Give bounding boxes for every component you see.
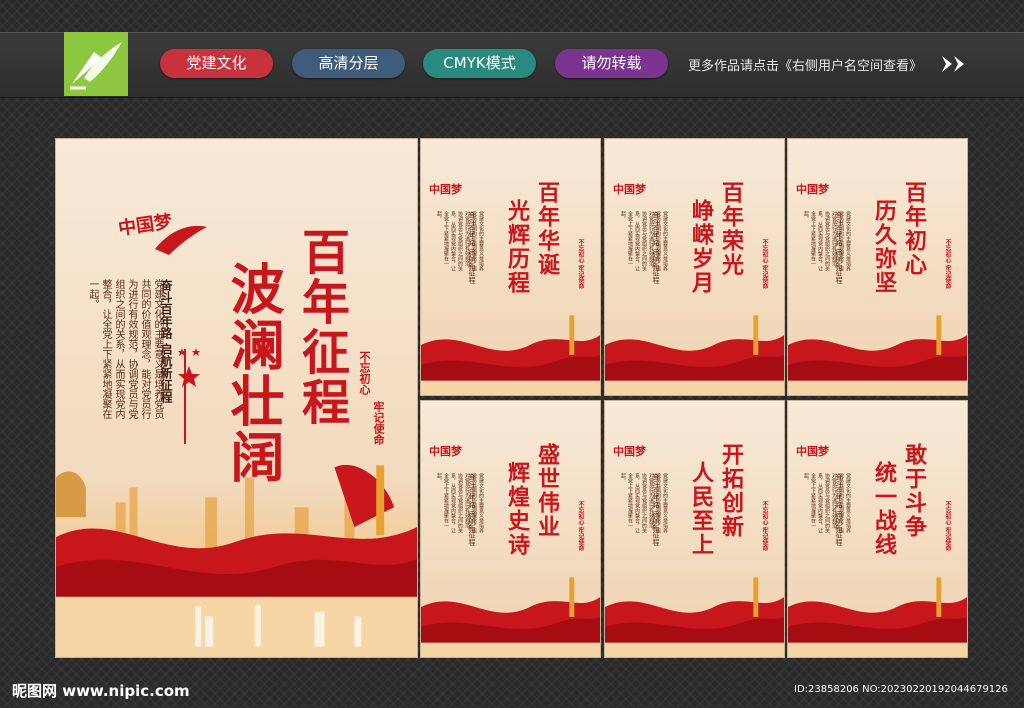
poster-1-title-a: 百年华诞 [534, 181, 560, 277]
poster-3-title-b: 历久弥坚 [871, 199, 897, 295]
poster-scene [421, 577, 600, 657]
poster-4-title-b: 辉煌史诗 [504, 461, 530, 557]
banner-note[interactable]: 更多作品请点击《右侧用户名空间查看》 [688, 55, 922, 74]
tag-party-culture[interactable]: 党建文化 [160, 49, 273, 78]
poster-5-title-b: 人民至上 [688, 461, 714, 557]
poster-2-title-b: 峥嵘岁月 [688, 199, 714, 295]
china-dream-logo: 中国梦 [429, 183, 462, 196]
china-dream-logo: 中国梦 [796, 183, 829, 196]
poster-3-title-a: 百年初心 [901, 181, 927, 277]
poster-scene [788, 315, 967, 395]
poster-scene [421, 315, 600, 395]
poster-4: 中国梦 盛世伟业 辉煌史诗 奋斗百年路 启航新征程 党建文化的主要意义是培养党员… [420, 400, 601, 658]
poster-5: 中国梦 开拓创新 人民至上 奋斗百年路 启航新征程 党建文化的主要意义是培养党员… [604, 400, 785, 658]
stars-icon [178, 348, 200, 387]
poster-body: 党建文化的主要意义是培养党员共同的价值观理念，能对党员行为进行有效规范，协调党员… [803, 473, 851, 533]
poster-slogan: 不忘初心 牢记使命 [577, 239, 584, 290]
main-poster: 中国梦 百年征程 波澜壮阔 不忘初心 牢记使命 奋斗百年路 启航新征程 党建文化… [55, 138, 418, 658]
poster-2: 中国梦 百年荣光 峥嵘岁月 奋斗百年路 启航新征程 党建文化的主要意义是培养党员… [604, 138, 785, 396]
poster-scene [605, 577, 784, 657]
poster-body: 党建文化的主要意义是培养党员共同的价值观理念，能对党员行为进行有效规范，协调党员… [803, 211, 851, 271]
poster-slogan: 不忘初心 牢记使命 [761, 501, 768, 552]
slogan-1: 不忘初心 [358, 351, 371, 395]
lion-statue-icon [56, 471, 86, 518]
main-body-text: 党建文化的主要意义是培养党员共同的价值观理念，能对党员行为进行有效规范，协调党员… [87, 279, 163, 419]
watermark-id: ID:23858206 NO:20230220192044679126 [794, 684, 1008, 695]
poster-6-title-b: 统一战线 [871, 461, 897, 557]
china-dream-logo: 中国梦 [429, 445, 462, 458]
poster-body: 党建文化的主要意义是培养党员共同的价值观理念，能对党员行为进行有效规范，协调党员… [620, 211, 668, 271]
poster-body: 党建文化的主要意义是培养党员共同的价值观理念，能对党员行为进行有效规范，协调党员… [436, 473, 484, 533]
poster-scene [788, 577, 967, 657]
poster-scene [605, 315, 784, 395]
poster-6-title-a: 敢于斗争 [901, 443, 927, 539]
brush-stroke-icon [155, 225, 207, 255]
poster-2-title-a: 百年荣光 [718, 181, 744, 277]
china-dream-logo: 中国梦 [613, 445, 646, 458]
city-scene [56, 464, 417, 657]
site-logo-icon[interactable] [64, 32, 128, 96]
double-arrow-icon[interactable] [940, 54, 970, 74]
poster-6: 中国梦 敢于斗争 统一战线 奋斗百年路 启航新征程 党建文化的主要意义是培养党员… [787, 400, 968, 658]
poster-3: 中国梦 百年初心 历久弥坚 奋斗百年路 启航新征程 党建文化的主要意义是培养党员… [787, 138, 968, 396]
china-dream-logo: 中国梦 [613, 183, 646, 196]
poster-slogan: 不忘初心 牢记使命 [577, 501, 584, 552]
poster-1-title-b: 光辉历程 [504, 199, 530, 295]
poster-body: 党建文化的主要意义是培养党员共同的价值观理念，能对党员行为进行有效规范，协调党员… [436, 211, 484, 271]
tag-hd-layers[interactable]: 高清分层 [292, 49, 405, 78]
poster-body: 党建文化的主要意义是培养党员共同的价值观理念，能对党员行为进行有效规范，协调党员… [620, 473, 668, 533]
poster-slogan: 不忘初心 牢记使命 [761, 239, 768, 290]
poster-4-title-a: 盛世伟业 [534, 443, 560, 539]
tag-cmyk-mode[interactable]: CMYK模式 [423, 49, 536, 78]
main-title-right: 百年征程 [293, 227, 349, 427]
tag-no-repost[interactable]: 请勿转载 [555, 49, 668, 78]
watermark-site: 昵图网 www.nipic.com [12, 682, 190, 700]
poster-slogan: 不忘初心 牢记使命 [944, 239, 951, 290]
poster-5-title-a: 开拓创新 [718, 443, 744, 539]
slogan-2: 牢记使命 [372, 401, 385, 445]
poster-1: 中国梦 百年华诞 光辉历程 奋斗百年路 启航新征程 党建文化的主要意义是培养党员… [420, 138, 601, 396]
china-dream-logo: 中国梦 [796, 445, 829, 458]
poster-slogan: 不忘初心 牢记使命 [944, 501, 951, 552]
